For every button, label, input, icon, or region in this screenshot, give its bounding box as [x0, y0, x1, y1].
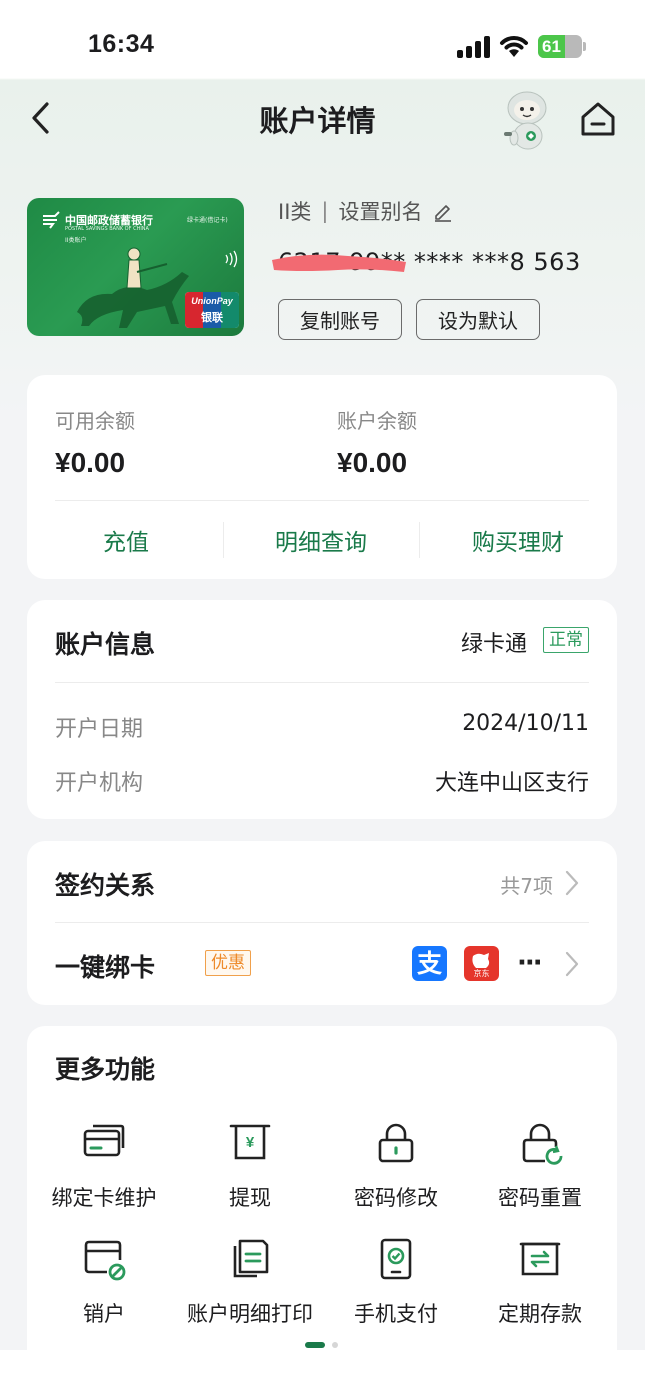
chevron-right-icon	[565, 951, 579, 977]
promo-badge: 优惠	[205, 950, 251, 976]
lock-icon	[378, 1123, 414, 1163]
account-balance-label: 账户余额	[337, 409, 417, 433]
withdraw-icon: ¥	[229, 1124, 271, 1160]
contracts-row[interactable]: 签约关系 共7项	[27, 841, 617, 921]
status-time: 16:34	[88, 30, 155, 58]
print-detail-icon	[233, 1239, 269, 1278]
available-balance-label: 可用余额	[55, 409, 135, 433]
edit-icon[interactable]	[432, 200, 454, 222]
branch-label: 开户机构	[55, 771, 144, 796]
close-account-icon	[84, 1240, 126, 1281]
contactless-icon	[225, 250, 238, 268]
page-dot[interactable]	[332, 1342, 338, 1348]
function-label: 绑定卡维护	[51, 1186, 157, 1210]
battery-tip	[583, 42, 586, 51]
battery-icon: 61	[538, 35, 582, 58]
more-functions-title: 更多功能	[55, 1055, 156, 1084]
function-label: 定期存款	[498, 1302, 582, 1326]
recharge-button[interactable]: 充值	[45, 523, 207, 557]
jd-label: 京东	[473, 969, 490, 978]
lock-reset-icon	[522, 1123, 563, 1165]
account-class: II类	[278, 200, 312, 224]
status-bar: 16:34 61	[0, 0, 645, 80]
unionpay-text-cn: 银联	[201, 311, 223, 324]
alipay-icon: 支	[412, 946, 447, 981]
card-maintenance-icon	[83, 1124, 125, 1157]
card-meta: II类 | 设置别名	[278, 197, 454, 225]
function-label: 销户	[83, 1302, 125, 1326]
account-info-panel: 账户信息 绿卡通 正常 开户日期 2024/10/11 开户机构 大连中山区支行	[27, 600, 617, 819]
separator: |	[321, 199, 329, 223]
fixed-deposit-icon	[519, 1242, 561, 1276]
available-balance-value: ¥0.00	[55, 447, 126, 478]
branch-value: 大连中山区支行	[434, 771, 589, 796]
page-dot-active[interactable]	[305, 1342, 325, 1348]
bank-card-image[interactable]: 中国邮政储蓄银行 POSTAL SAVINGS BANK OF CHINA II…	[27, 198, 244, 336]
contracts-count: 共7项	[500, 874, 553, 898]
function-password-reset[interactable]: 密码重置	[467, 1120, 613, 1212]
contracts-title: 签约关系	[55, 871, 156, 900]
status-badge: 正常	[543, 627, 589, 653]
detail-query-button[interactable]: 明细查询	[239, 523, 403, 557]
function-print-detail[interactable]: 账户明细打印	[177, 1236, 323, 1328]
function-close-account[interactable]: 销户	[31, 1236, 177, 1328]
function-label: 手机支付	[354, 1302, 438, 1326]
account-info-title: 账户信息	[55, 630, 156, 659]
function-withdraw[interactable]: ¥ 提现	[177, 1120, 323, 1212]
function-label: 密码重置	[498, 1186, 582, 1210]
unionpay-text: UnionPay	[191, 296, 233, 306]
contracts-panel: 签约关系 共7项 一键绑卡 优惠 支 京东 ···	[27, 841, 617, 1005]
card-bank-name-en: POSTAL SAVINGS BANK OF CHINA	[65, 226, 149, 232]
function-label: 提现	[229, 1186, 271, 1210]
redaction-mark	[272, 254, 406, 272]
divider	[223, 522, 224, 558]
function-password-change[interactable]: 密码修改	[323, 1120, 469, 1212]
card-type-value: 绿卡通	[460, 632, 527, 657]
function-mobile-pay[interactable]: 手机支付	[323, 1236, 469, 1328]
set-alias-link[interactable]: 设置别名	[338, 196, 422, 226]
page-indicator	[305, 1342, 341, 1348]
card-product-label: 绿卡通(借记卡)	[187, 217, 228, 224]
divider	[55, 500, 589, 501]
home-icon[interactable]	[578, 100, 618, 138]
more-functions-panel: 更多功能 绑定卡维护 ¥ 提现 密码修改 密码重置 销户 账户明细打印 手机支付…	[27, 1026, 617, 1366]
divider	[419, 522, 420, 558]
function-fixed-deposit[interactable]: 定期存款	[467, 1236, 613, 1328]
wifi-icon	[500, 36, 528, 57]
mascot-avatar-icon[interactable]	[498, 88, 556, 154]
buy-wealth-button[interactable]: 购买理财	[435, 523, 601, 557]
account-balance-value: ¥0.00	[337, 447, 408, 478]
mobile-pay-icon	[380, 1238, 412, 1280]
battery-level: 61	[542, 37, 561, 56]
copy-account-button[interactable]: 复制账号	[278, 299, 402, 340]
more-dots: ···	[517, 948, 543, 978]
svg-text:¥: ¥	[246, 1134, 255, 1151]
alipay-glyph: 支	[416, 949, 442, 978]
quick-bind-label: 一键绑卡	[55, 953, 156, 982]
function-card-maintenance[interactable]: 绑定卡维护	[31, 1120, 177, 1212]
unionpay-logo: UnionPay 银联	[185, 292, 239, 328]
function-label: 密码修改	[354, 1186, 438, 1210]
function-label: 账户明细打印	[187, 1302, 313, 1326]
chevron-right-icon	[565, 870, 579, 896]
jd-icon: 京东	[464, 946, 499, 981]
bank-logo-icon	[43, 211, 60, 229]
nav-bar: 账户详情	[0, 80, 645, 156]
balance-panel: 可用余额 ¥0.00 账户余额 ¥0.00 充值 明细查询 购买理财	[27, 375, 617, 579]
set-default-button[interactable]: 设为默认	[416, 299, 540, 340]
open-date-label: 开户日期	[55, 717, 144, 742]
divider	[55, 682, 589, 683]
cellular-signal-icon	[457, 36, 491, 58]
open-date-value: 2024/10/11	[462, 711, 589, 736]
bottom-area	[0, 1350, 645, 1400]
